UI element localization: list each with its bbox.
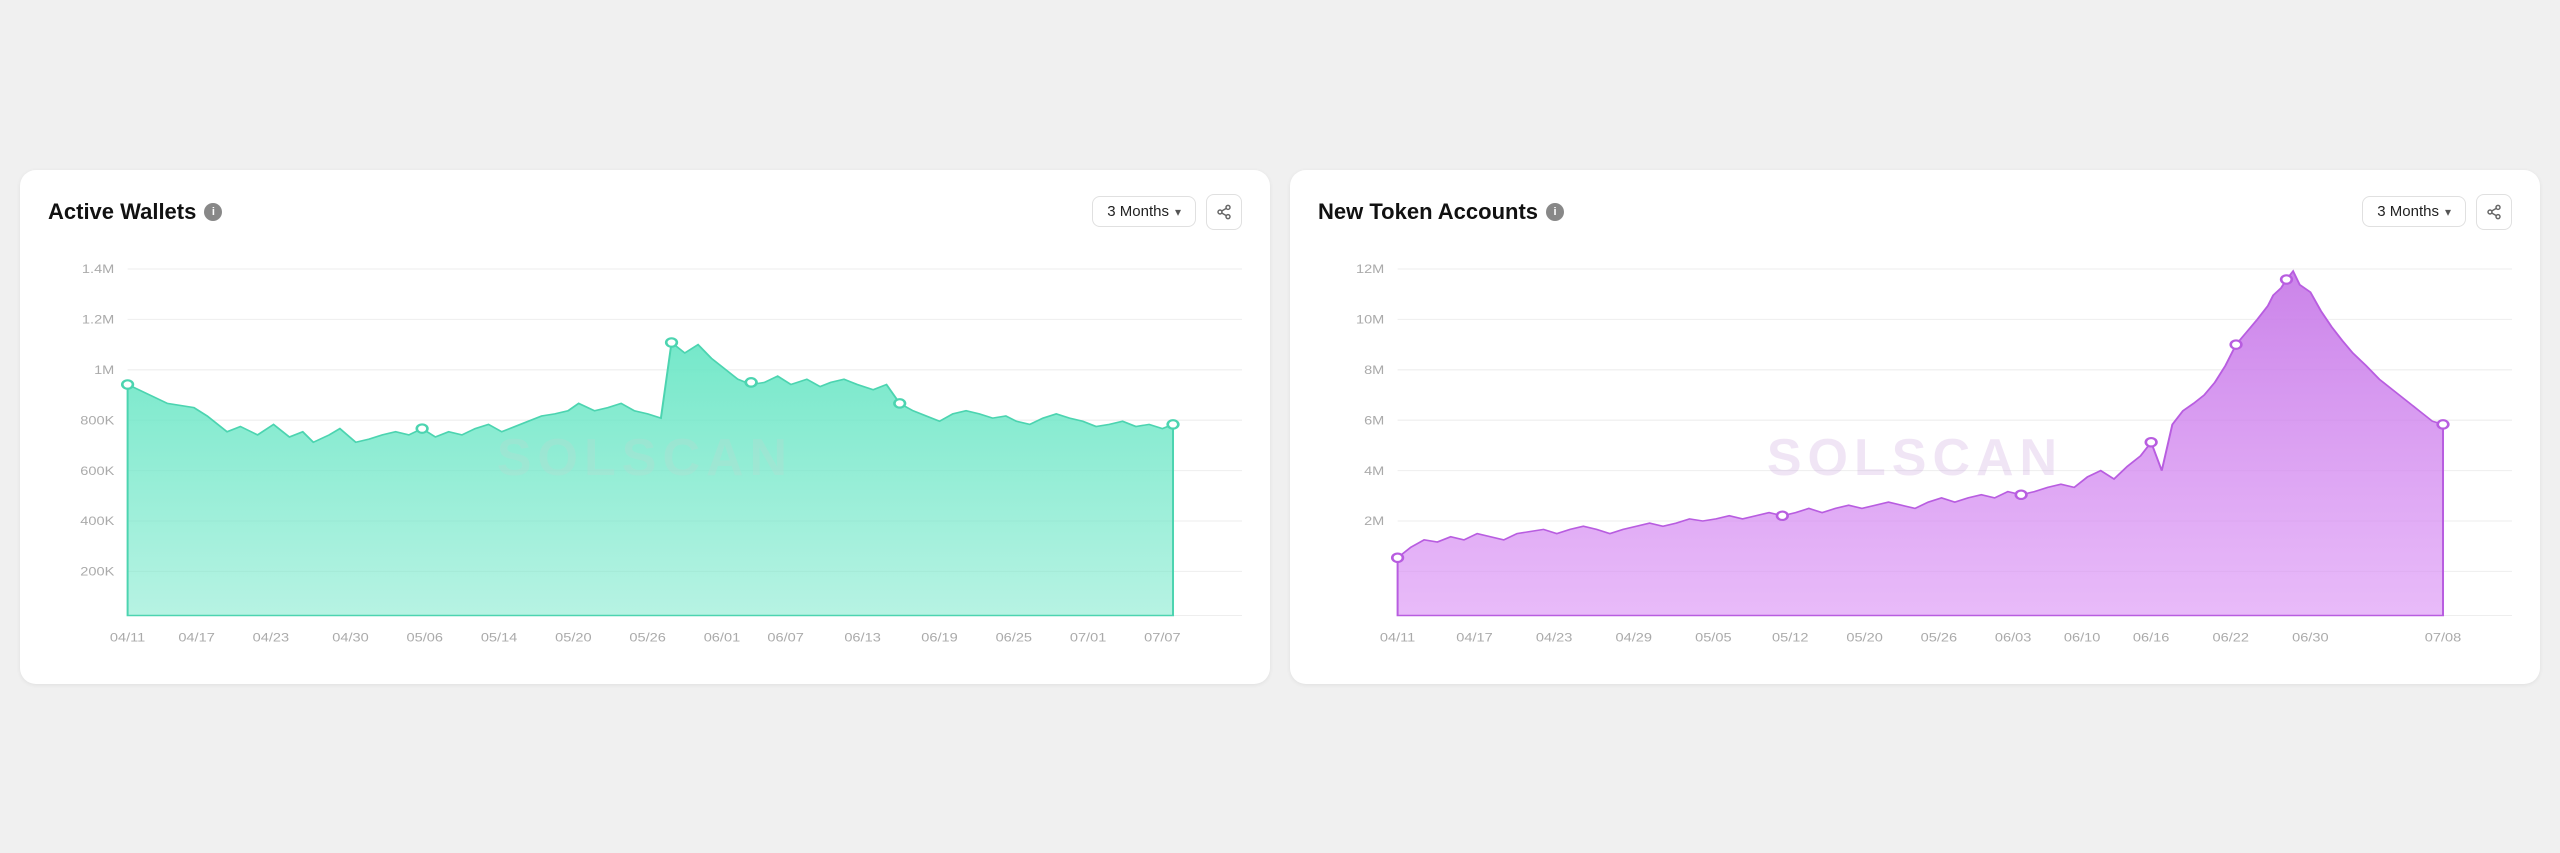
svg-text:06/19: 06/19	[921, 631, 957, 644]
active-wallets-header: Active Wallets i 3 Months ▾	[48, 194, 1242, 230]
active-wallets-controls: 3 Months ▾	[1092, 194, 1242, 230]
svg-text:05/14: 05/14	[481, 631, 517, 644]
active-wallets-card: Active Wallets i 3 Months ▾ SOLSCAN	[20, 170, 1270, 684]
new-token-accounts-period-label: 3 Months	[2377, 203, 2439, 220]
svg-text:04/11: 04/11	[1380, 631, 1415, 644]
svg-text:1.2M: 1.2M	[82, 313, 114, 326]
svg-text:04/23: 04/23	[253, 631, 289, 644]
svg-text:07/08: 07/08	[2425, 631, 2461, 644]
active-wallets-chart-area: SOLSCAN 1.4M 1.2M 1M 800K 600K 400K 200K	[48, 248, 1242, 668]
share-icon	[1216, 204, 1232, 220]
svg-text:04/17: 04/17	[178, 631, 214, 644]
svg-text:6M: 6M	[1364, 413, 1384, 426]
active-wallets-info-icon[interactable]: i	[204, 203, 222, 221]
svg-text:06/22: 06/22	[2213, 631, 2249, 644]
active-wallets-share-button[interactable]	[1206, 194, 1242, 230]
svg-text:06/01: 06/01	[704, 631, 740, 644]
svg-text:07/07: 07/07	[1144, 631, 1180, 644]
active-wallets-period-selector[interactable]: 3 Months ▾	[1092, 196, 1196, 227]
svg-text:04/29: 04/29	[1616, 631, 1652, 644]
svg-text:05/12: 05/12	[1772, 631, 1808, 644]
svg-text:05/20: 05/20	[555, 631, 591, 644]
new-token-accounts-chevron-icon: ▾	[2445, 205, 2451, 219]
active-wallets-svg: 1.4M 1.2M 1M 800K 600K 400K 200K	[48, 248, 1242, 668]
new-token-accounts-card: New Token Accounts i 3 Months ▾ SOLSCAN	[1290, 170, 2540, 684]
svg-text:2M: 2M	[1364, 514, 1384, 527]
svg-text:04/17: 04/17	[1456, 631, 1492, 644]
svg-text:04/11: 04/11	[110, 631, 145, 644]
svg-text:06/30: 06/30	[2292, 631, 2328, 644]
svg-text:06/10: 06/10	[2064, 631, 2100, 644]
svg-text:05/06: 05/06	[407, 631, 443, 644]
active-wallets-title: Active Wallets	[48, 199, 196, 225]
svg-text:07/01: 07/01	[1070, 631, 1106, 644]
share-icon-2	[2486, 204, 2502, 220]
svg-text:06/25: 06/25	[996, 631, 1032, 644]
svg-text:05/05: 05/05	[1695, 631, 1731, 644]
charts-container: Active Wallets i 3 Months ▾ SOLSCAN	[20, 170, 2540, 684]
svg-text:05/26: 05/26	[1921, 631, 1957, 644]
svg-text:06/07: 06/07	[767, 631, 803, 644]
active-wallets-period-label: 3 Months	[1107, 203, 1169, 220]
svg-text:4M: 4M	[1364, 464, 1384, 477]
new-token-accounts-controls: 3 Months ▾	[2362, 194, 2512, 230]
svg-text:10M: 10M	[1356, 313, 1384, 326]
new-token-accounts-header: New Token Accounts i 3 Months ▾	[1318, 194, 2512, 230]
new-token-accounts-info-icon[interactable]: i	[1546, 203, 1564, 221]
active-wallets-chevron-icon: ▾	[1175, 205, 1181, 219]
svg-text:06/03: 06/03	[1995, 631, 2031, 644]
new-token-accounts-title-group: New Token Accounts i	[1318, 199, 1564, 225]
svg-text:800K: 800K	[80, 413, 114, 426]
new-token-accounts-svg: 12M 10M 8M 6M 4M 2M	[1318, 248, 2512, 668]
svg-text:05/20: 05/20	[1846, 631, 1882, 644]
svg-text:04/30: 04/30	[332, 631, 368, 644]
new-token-accounts-chart-area: SOLSCAN 12M 10M 8M 6M 4M 2M	[1318, 248, 2512, 668]
svg-text:600K: 600K	[80, 464, 114, 477]
svg-text:400K: 400K	[80, 514, 114, 527]
svg-text:200K: 200K	[80, 565, 114, 578]
svg-text:1.4M: 1.4M	[82, 262, 114, 275]
new-token-accounts-period-selector[interactable]: 3 Months ▾	[2362, 196, 2466, 227]
svg-text:8M: 8M	[1364, 363, 1384, 376]
active-wallets-title-group: Active Wallets i	[48, 199, 222, 225]
svg-text:05/26: 05/26	[629, 631, 665, 644]
svg-text:12M: 12M	[1356, 262, 1384, 275]
svg-text:06/16: 06/16	[2133, 631, 2169, 644]
svg-text:1M: 1M	[94, 363, 114, 376]
new-token-accounts-title: New Token Accounts	[1318, 199, 1538, 225]
new-token-accounts-share-button[interactable]	[2476, 194, 2512, 230]
svg-text:04/23: 04/23	[1536, 631, 1572, 644]
svg-text:06/13: 06/13	[844, 631, 880, 644]
